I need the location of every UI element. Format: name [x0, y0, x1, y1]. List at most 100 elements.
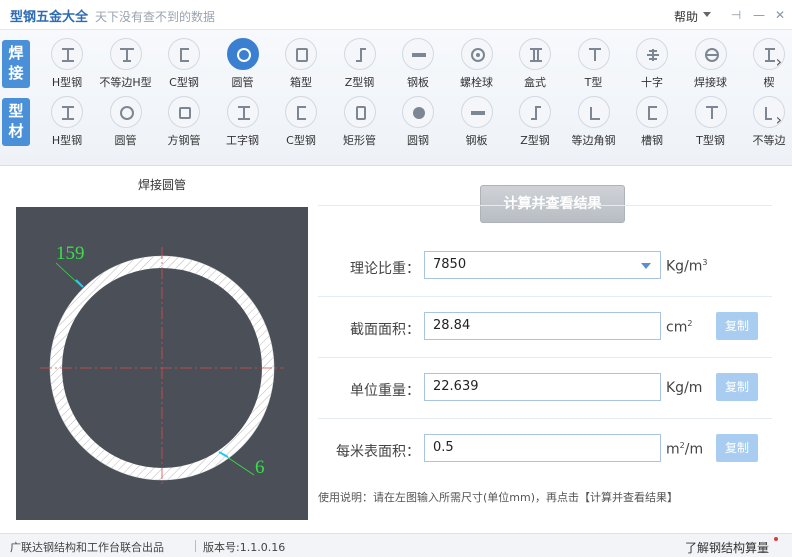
tool-label: C型钢: [286, 134, 316, 147]
tool-z-section[interactable]: Z型钢: [506, 96, 564, 147]
welded-tag[interactable]: 焊接: [2, 40, 30, 88]
minimize-icon[interactable]: —: [751, 7, 767, 23]
diameter-arrow: [75, 279, 84, 288]
tool-label: 箱型: [290, 76, 312, 89]
i-beam-icon: [226, 96, 259, 128]
chevron-down-icon[interactable]: [703, 12, 711, 17]
tool-steel-plate[interactable]: 钢板: [389, 38, 447, 89]
tool-label: 十字: [641, 76, 663, 89]
diameter-value[interactable]: 159: [56, 243, 85, 264]
tool-label: 圆管: [114, 134, 137, 147]
tool-rect-tube[interactable]: 矩形管: [331, 96, 389, 147]
tool-channel[interactable]: 槽钢: [623, 96, 681, 147]
surface-unit: m2/m: [666, 441, 704, 458]
c-channel-icon: [168, 38, 200, 70]
drawing-title: 焊接圆管: [137, 178, 186, 192]
welded-ball-icon: [694, 38, 727, 70]
tool-label: H型钢: [51, 134, 83, 147]
tool-label: 盒式: [524, 76, 546, 89]
tool-label: C型钢: [169, 76, 199, 89]
tool-wedge[interactable]: 楔: [740, 38, 792, 89]
drawing-canvas: 159 6: [16, 207, 308, 520]
rect-tube-icon: [343, 96, 376, 128]
help-menu[interactable]: 帮助: [674, 8, 698, 25]
tool-c-channel[interactable]: C型钢: [272, 96, 330, 147]
tool-label: 螺栓球: [460, 76, 493, 89]
bolt-ball-icon: [460, 38, 493, 70]
surface-field[interactable]: 0.5: [424, 434, 661, 462]
profile-tag[interactable]: 型材: [2, 98, 30, 146]
tool-unequal-angle[interactable]: 不等边: [740, 96, 792, 147]
chevron-down-icon[interactable]: [641, 263, 651, 269]
chevron-right-icon[interactable]: ›: [776, 52, 782, 71]
tool-round-pipe[interactable]: 圆管: [214, 38, 272, 89]
surface-label: 每米表面积：: [336, 444, 420, 460]
welded-row: 焊接 H型钢 不等边H型 C型钢 圆管 箱型 Z型钢 钢板 螺栓球 盒式 T型 十字 焊接球 楔 ›: [0, 34, 792, 92]
t-section-icon: [694, 96, 727, 128]
density-select[interactable]: 7850: [424, 251, 661, 279]
box-section-icon: [285, 38, 317, 70]
tool-unequal-h[interactable]: 不等边H型: [97, 38, 155, 89]
tool-round-bar[interactable]: 圆钢: [389, 96, 447, 147]
tool-c-channel[interactable]: C型钢: [155, 38, 213, 89]
tool-label: 钢板: [465, 134, 488, 147]
tool-label: 等边角钢: [571, 134, 616, 147]
copy-weight-button[interactable]: 复制: [716, 373, 758, 401]
z-section-icon: [519, 96, 551, 128]
tool-label: T型钢: [696, 134, 725, 147]
tool-label: 不等边H型: [99, 76, 152, 89]
tool-label: Z型钢: [344, 76, 375, 89]
version-text: 版本号:1.1.0.16: [203, 541, 286, 554]
round-pipe-icon: [226, 38, 259, 70]
tool-label: 不等边: [752, 134, 786, 147]
tool-steel-plate[interactable]: 钢板: [448, 96, 506, 147]
status-bar: 广联达钢结构和工作台联合出品 版本号:1.1.0.16 了解钢结构算量: [0, 533, 792, 557]
tool-label: H型钢: [51, 76, 83, 89]
app-title: 型钢五金大全: [10, 10, 89, 25]
area-field[interactable]: 28.84: [424, 312, 661, 340]
weight-field[interactable]: 22.639: [424, 373, 661, 401]
weight-label: 单位重量：: [350, 383, 420, 399]
tool-t-section[interactable]: T型: [565, 38, 623, 89]
tool-cross-section[interactable]: 十字: [623, 38, 681, 89]
tool-bolt-ball[interactable]: 螺栓球: [448, 38, 506, 89]
tool-equal-angle[interactable]: 等边角钢: [565, 96, 623, 147]
copy-surface-button[interactable]: 复制: [716, 434, 758, 462]
tool-square-tube[interactable]: 方钢管: [155, 96, 213, 147]
tool-label: 钢板: [407, 76, 429, 89]
tool-h-beam[interactable]: H型钢: [38, 38, 96, 89]
tool-t-section[interactable]: T型钢: [682, 96, 740, 147]
density-label: 理论比重：: [350, 261, 420, 277]
divider: [318, 357, 772, 358]
tool-welded-ball[interactable]: 焊接球: [682, 38, 740, 89]
pin-icon[interactable]: ⊣: [728, 7, 744, 23]
learn-more-link[interactable]: 了解钢结构算量: [685, 539, 769, 556]
h-beam-icon: [51, 38, 83, 70]
equal-angle-icon: [577, 96, 610, 128]
tool-h-beam[interactable]: H型钢: [38, 96, 96, 147]
divider: [318, 418, 772, 419]
tool-label: 焊接球: [694, 76, 727, 89]
usage-instructions: 使用说明：请在左图输入所需尺寸(单位mm)，再点击【计算并查看结果】: [318, 491, 679, 504]
tool-box-section[interactable]: 箱型: [272, 38, 330, 89]
tool-z-section[interactable]: Z型钢: [331, 38, 389, 89]
tool-i-beam[interactable]: 工字钢: [214, 96, 272, 147]
tool-box-type[interactable]: 盒式: [506, 38, 564, 89]
chevron-right-icon[interactable]: ›: [776, 110, 782, 129]
copy-area-button[interactable]: 复制: [716, 312, 758, 340]
density-unit: Kg/m3: [666, 258, 708, 275]
close-icon[interactable]: ✕: [772, 7, 788, 23]
area-label: 截面面积：: [350, 322, 420, 338]
h-beam-icon: [51, 96, 83, 128]
divider: [195, 540, 196, 552]
tool-label: 槽钢: [641, 134, 663, 147]
unequal-h-icon: [109, 38, 142, 70]
tool-round-pipe[interactable]: 圆管: [97, 96, 155, 147]
calculate-button[interactable]: 计算并查看结果: [480, 185, 625, 223]
round-pipe-icon: [109, 96, 142, 128]
thickness-value[interactable]: 6: [255, 457, 265, 478]
square-tube-icon: [168, 96, 200, 128]
profile-row: 型材 H型钢 圆管 方钢管 工字钢 C型钢 矩形管 圆钢 钢板 Z型钢 等边角钢 槽钢 T型钢 不等边 …: [0, 92, 792, 150]
c-channel-icon: [285, 96, 317, 128]
t-section-icon: [577, 38, 610, 70]
